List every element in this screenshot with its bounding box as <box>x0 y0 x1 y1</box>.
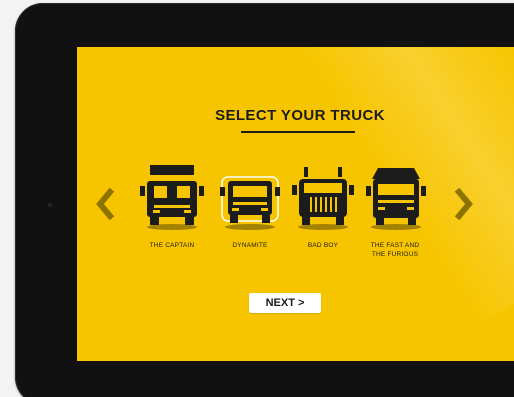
tablet-frame: SELECT YOUR TRUCK THE CAPTAIN DYNAMITE B… <box>15 3 514 397</box>
previous-arrow-button[interactable] <box>92 187 118 221</box>
truck-option-the-captain[interactable] <box>136 165 208 235</box>
truck-option-dynamite[interactable] <box>214 165 286 235</box>
truck-option-bad-boy[interactable] <box>287 165 359 235</box>
tablet-stage: SELECT YOUR TRUCK THE CAPTAIN DYNAMITE B… <box>0 0 514 397</box>
truck-label: BAD BOY <box>307 242 339 249</box>
truck-icon <box>140 165 204 230</box>
next-button[interactable]: NEXT > <box>249 293 321 313</box>
truck-label: THE FAST AND THE FURIOUS <box>370 242 420 258</box>
truck-label: DYNAMITE <box>232 242 268 249</box>
title-underline <box>241 131 355 133</box>
truck-label: THE CAPTAIN <box>149 242 195 249</box>
camera-icon <box>48 203 52 207</box>
truck-icon <box>220 176 280 230</box>
page-title: SELECT YOUR TRUCK <box>215 107 385 124</box>
chevron-right-icon <box>454 187 473 221</box>
truck-option-the-fast-and-the-furious[interactable] <box>360 165 432 235</box>
game-screen: SELECT YOUR TRUCK THE CAPTAIN DYNAMITE B… <box>77 47 514 361</box>
truck-icon <box>292 167 354 230</box>
chevron-left-icon <box>96 187 115 221</box>
truck-icon <box>366 168 426 230</box>
next-arrow-button[interactable] <box>451 187 477 221</box>
